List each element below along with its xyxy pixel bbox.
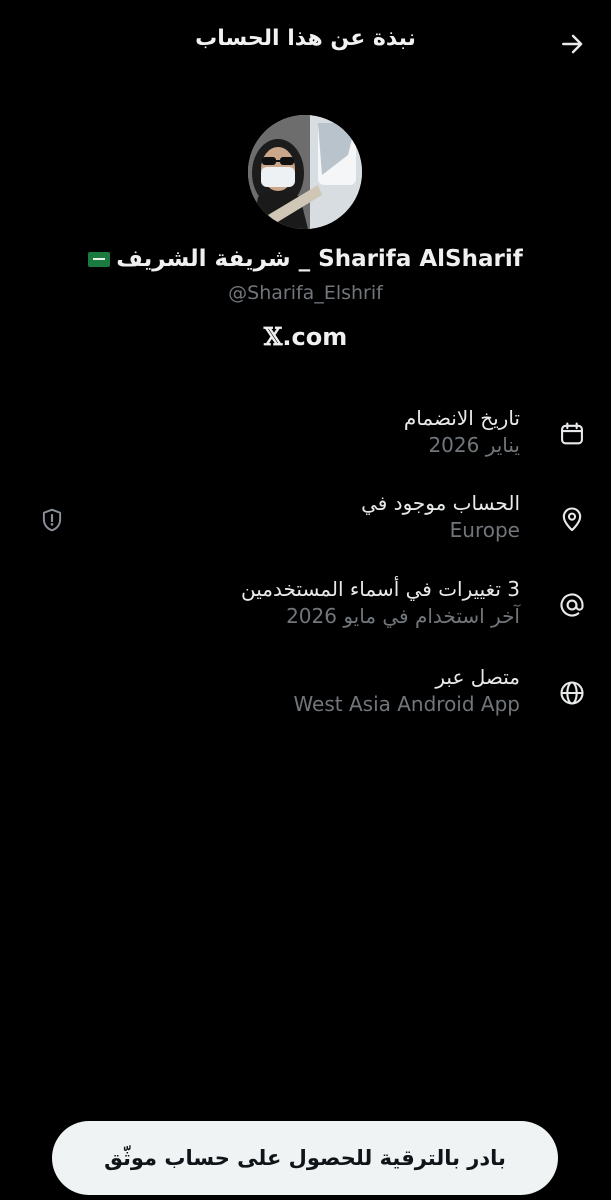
info-label: 3 تغييرات في أسماء المستخدمين bbox=[241, 577, 520, 601]
info-value: يناير 2026 bbox=[428, 433, 520, 457]
at-sign-icon bbox=[557, 590, 587, 620]
info-label: تاريخ الانضمام bbox=[403, 406, 520, 430]
saudi-flag-icon bbox=[88, 251, 111, 267]
info-value: West Asia Android App bbox=[293, 692, 520, 716]
globe-icon bbox=[557, 678, 587, 708]
info-row-username-changes: 3 تغييرات في أسماء المستخدمين آخر استخدا… bbox=[22, 576, 587, 646]
page-title: نبذة عن هذا الحساب bbox=[195, 26, 416, 51]
x-logo-mark: 𝕏 bbox=[263, 322, 283, 351]
info-row-location: الحساب موجود في Europe bbox=[22, 490, 587, 560]
info-label: متصل عبر bbox=[435, 665, 520, 689]
calendar-icon bbox=[557, 419, 587, 449]
avatar[interactable] bbox=[248, 115, 362, 229]
info-label: الحساب موجود في bbox=[361, 491, 520, 515]
info-value: آخر استخدام في مايو 2026 bbox=[286, 604, 520, 628]
info-row-connected-via: متصل عبر West Asia Android App bbox=[22, 664, 587, 734]
site-suffix: .com bbox=[282, 323, 348, 351]
display-name: Sharifa AlSharif _ شريفة الشريف bbox=[116, 246, 523, 272]
avatar-image bbox=[248, 115, 362, 229]
shield-alert-icon[interactable] bbox=[38, 506, 66, 534]
info-value: Europe bbox=[449, 518, 520, 542]
profile-handle: @Sharifa_Elshrif bbox=[228, 282, 383, 304]
site-link[interactable]: 𝕏.com bbox=[0, 322, 611, 351]
profile-name: Sharifa AlSharif _ شريفة الشريف bbox=[0, 246, 611, 272]
header: نبذة عن هذا الحساب bbox=[0, 0, 611, 90]
upgrade-verified-button[interactable]: بادر بالترقية للحصول على حساب موثّق bbox=[52, 1121, 558, 1195]
location-pin-icon bbox=[557, 504, 587, 534]
info-row-joined: تاريخ الانضمام يناير 2026 bbox=[22, 405, 587, 475]
